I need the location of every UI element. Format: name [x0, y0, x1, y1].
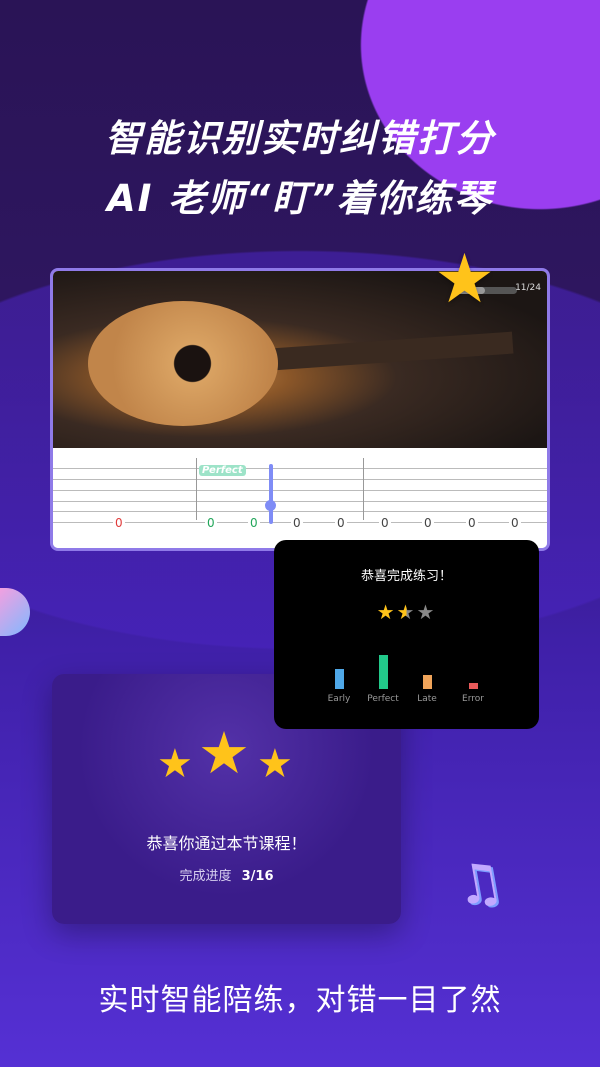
- guitar-tablature: Perfect 0 0 0 0 0 0 0 0 0: [53, 448, 547, 548]
- playhead[interactable]: [269, 464, 273, 524]
- tab-note: 0: [509, 516, 521, 530]
- bar-late: [423, 675, 432, 689]
- video-counter: 11/24: [515, 283, 541, 293]
- headline-2: AI 老师“盯”着你练琴: [107, 177, 493, 220]
- tagline: 实时智能陪练，对错一目了然: [98, 983, 502, 1018]
- bar-label: Error: [462, 694, 484, 704]
- bar-error: [469, 682, 478, 689]
- progress-label: 完成进度: [179, 869, 232, 884]
- headline-1: 智能识别实时纠错打分: [105, 117, 495, 160]
- star-icon: ★: [257, 741, 293, 787]
- star-icon: ★: [198, 719, 250, 787]
- course-progress: 完成进度 3/16: [52, 865, 401, 884]
- tab-note: 0: [466, 516, 478, 530]
- star-full-icon: ★: [376, 600, 397, 624]
- tab-note: 0: [291, 516, 303, 530]
- tab-note: 0: [205, 516, 217, 530]
- practice-result-title: 恭喜完成练习！: [360, 569, 452, 584]
- perfect-badge: Perfect: [199, 465, 246, 476]
- progress-value: 3/16: [241, 869, 274, 884]
- star-half-icon: ★: [396, 600, 417, 624]
- decor-ball: [0, 588, 30, 636]
- course-result-title: 恭喜你通过本节课程！: [146, 834, 307, 853]
- guitar-neck: [242, 331, 514, 373]
- music-note-icon: ♫: [449, 848, 509, 919]
- guitar-body: [88, 301, 278, 426]
- star-icon: ★: [434, 240, 495, 319]
- bar-early: [335, 668, 344, 689]
- playhead-handle[interactable]: [265, 500, 276, 511]
- star-empty-icon: ★: [416, 600, 437, 624]
- tab-note: 0: [113, 516, 125, 530]
- star-icon: ★: [157, 741, 193, 787]
- bar-label: Early: [327, 694, 351, 704]
- tab-note: 0: [335, 516, 347, 530]
- bar-label: Perfect: [367, 694, 399, 704]
- tab-note: 0: [422, 516, 434, 530]
- bar-perfect: [379, 655, 388, 689]
- rating-stars: ★★★: [274, 600, 539, 624]
- bar-label: Late: [417, 694, 437, 704]
- practice-result-card: 恭喜完成练习！ ★★★ Early Perfect Late Error: [274, 540, 539, 729]
- tab-note: 0: [248, 516, 260, 530]
- tab-note: 0: [379, 516, 391, 530]
